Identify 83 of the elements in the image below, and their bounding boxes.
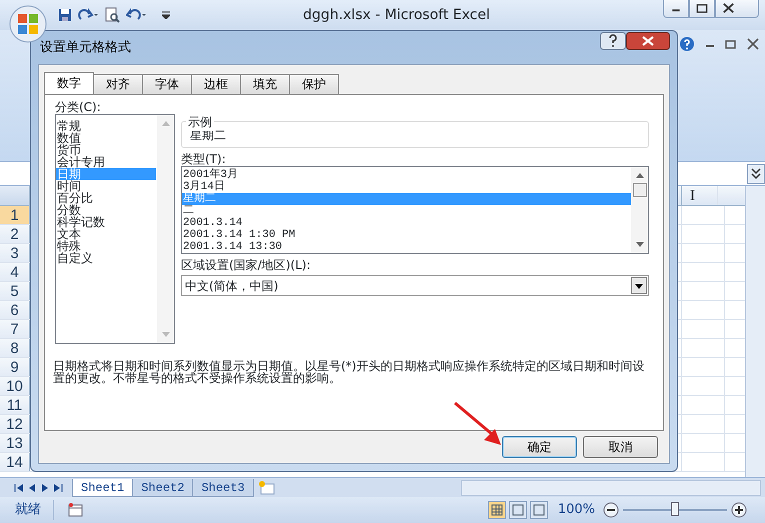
tab[interactable]: 边框 (191, 74, 241, 94)
zoom-in-icon[interactable] (731, 502, 747, 518)
type-label: 类型(T): (181, 152, 227, 166)
locale-label: 区域设置(国家/地区)(L): (181, 258, 312, 272)
row-header[interactable]: 7 (0, 320, 30, 338)
row-header[interactable]: 4 (0, 263, 30, 281)
type-item[interactable]: 2001.3.14 1:30 PM (182, 229, 631, 241)
category-item[interactable]: 特殊 (56, 240, 156, 252)
type-item[interactable]: 2001.3.14 13:30 (182, 241, 631, 253)
tab[interactable]: 保护 (289, 74, 339, 94)
page-break-icon[interactable] (530, 501, 548, 519)
page-layout-icon[interactable] (508, 501, 527, 519)
category-item[interactable]: 常规 (56, 120, 156, 132)
category-item[interactable]: 百分比 (56, 192, 156, 204)
tab[interactable]: 数字 (44, 72, 94, 94)
row-header[interactable]: 11 (0, 396, 30, 414)
row-header[interactable]: 5 (0, 282, 30, 300)
row-header[interactable]: 8 (0, 339, 30, 357)
expand-formula-bar-icon[interactable] (747, 164, 765, 184)
type-item[interactable]: 2001.3.14 (182, 217, 631, 229)
scroll-thumb[interactable] (632, 183, 646, 197)
tab[interactable]: 字体 (142, 74, 192, 94)
sheet-tab[interactable]: Sheet3 (192, 478, 254, 496)
cancel-button[interactable]: 取消 (583, 436, 658, 458)
close-icon[interactable] (626, 32, 670, 50)
next-sheet-icon[interactable] (40, 482, 50, 492)
customize-caret-icon[interactable] (162, 11, 170, 19)
column-header[interactable]: I (682, 186, 718, 205)
undo-icon[interactable] (126, 8, 148, 22)
row-header[interactable]: 14 (0, 453, 30, 471)
zoom-level[interactable]: 100% (558, 500, 595, 520)
window-title: dggh.xlsx - Microsoft Excel (302, 6, 491, 24)
horizontal-scrollbar[interactable] (461, 480, 761, 496)
prev-sheet-icon[interactable] (27, 482, 37, 492)
category-item[interactable]: 自定义 (56, 252, 156, 264)
category-item[interactable]: 数值 (56, 132, 156, 144)
scroll-down-icon[interactable] (636, 242, 644, 248)
sheet-tab[interactable]: Sheet2 (132, 478, 194, 496)
tab[interactable]: 对齐 (93, 74, 143, 94)
row-header[interactable]: 6 (0, 301, 30, 319)
row-header[interactable]: 12 (0, 415, 30, 433)
category-item[interactable]: 货币 (56, 144, 156, 156)
row-header[interactable]: 9 (0, 358, 30, 376)
row-header[interactable]: 13 (0, 434, 30, 452)
category-list[interactable]: 常规 数值 货币 会计专用 日期 时间 百分比 分数 科学记数 文本 特殊 自定义 (55, 114, 175, 344)
category-item[interactable]: 文本 (56, 228, 156, 240)
vertical-scrollbar[interactable] (745, 186, 765, 477)
redo-icon[interactable] (78, 8, 98, 22)
ok-button[interactable]: 确定 (502, 436, 577, 458)
category-item[interactable]: 时间 (56, 180, 156, 192)
macro-record-icon[interactable] (68, 503, 84, 517)
category-item[interactable]: 会计专用 (56, 156, 156, 168)
locale-dropdown[interactable]: 中文(简体，中国) (181, 275, 649, 296)
normal-view-icon[interactable] (488, 501, 506, 519)
scroll-up-icon[interactable] (636, 172, 644, 178)
print-preview-icon[interactable] (104, 7, 120, 23)
category-item[interactable]: 分数 (56, 204, 156, 216)
type-item[interactable]: 二 (182, 205, 631, 217)
type-item[interactable]: 3月14日 (182, 181, 631, 193)
restore-icon[interactable] (689, 0, 715, 18)
category-item[interactable]: 科学记数 (56, 216, 156, 228)
locale-value: 中文(简体，中国) (185, 278, 278, 294)
description-text: 日期格式将日期和时间系列数值显示为日期值。以星号(*)开头的日期格式响应操作系统特定的区域日期和时间设置的更改。不带星号的格式不受操作系统设置的影响。 (53, 360, 646, 384)
save-icon[interactable] (58, 8, 72, 22)
sheet-tab[interactable]: Sheet1 (72, 478, 134, 496)
minimize-icon[interactable] (663, 0, 689, 18)
first-sheet-icon[interactable] (14, 482, 24, 492)
help-icon[interactable] (600, 32, 626, 50)
close-icon[interactable] (747, 36, 759, 52)
row-header[interactable]: 10 (0, 377, 30, 395)
last-sheet-icon[interactable] (53, 482, 63, 492)
category-label: 分类(C): (55, 100, 102, 114)
close-icon[interactable] (715, 0, 759, 18)
status-text: 就绪 (0, 500, 54, 520)
zoom-slider-thumb[interactable] (671, 502, 679, 516)
type-item[interactable]: 2001年3月 (182, 169, 631, 181)
tab[interactable]: 填充 (240, 74, 290, 94)
zoom-out-icon[interactable] (603, 502, 619, 518)
row-header[interactable]: 3 (0, 244, 30, 262)
help-icon[interactable] (679, 36, 695, 52)
row-header[interactable]: 2 (0, 225, 30, 243)
dialog-title: 设置单元格格式 (40, 38, 132, 57)
row-header[interactable]: 1 (0, 206, 30, 224)
